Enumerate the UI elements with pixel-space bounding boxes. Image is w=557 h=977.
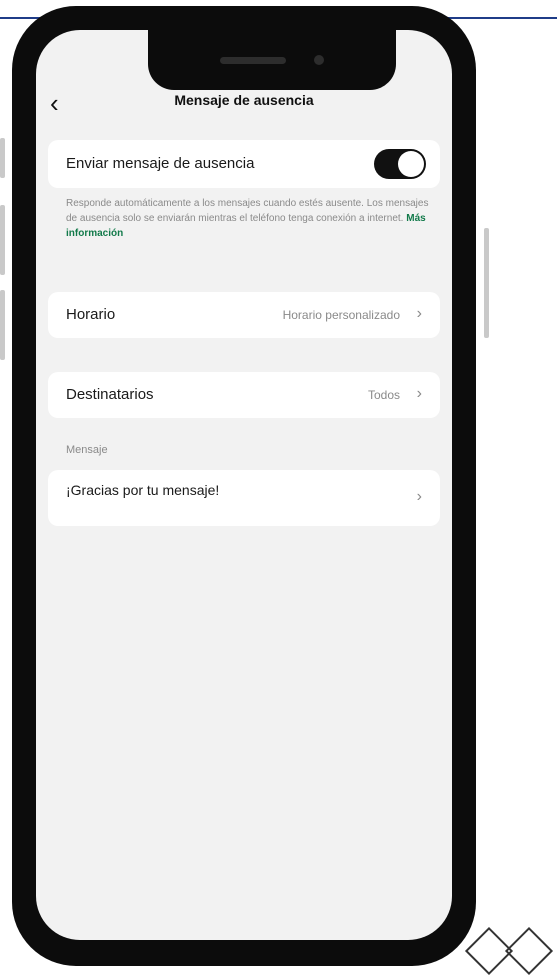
notch xyxy=(148,30,396,90)
schedule-row[interactable]: Horario Horario personalizado › xyxy=(48,292,440,338)
message-text: ¡Gracias por tu mensaje! xyxy=(66,482,220,498)
toggle-knob xyxy=(398,151,424,177)
phone-side-button xyxy=(0,138,5,178)
chevron-right-icon: › xyxy=(416,385,422,402)
message-section-label: Mensaje xyxy=(66,444,108,456)
recipients-row[interactable]: Destinatarios Todos › xyxy=(48,372,440,418)
page-title: Mensaje de ausencia xyxy=(174,92,314,108)
recipients-value: Todos xyxy=(367,388,400,402)
away-toggle-label: Enviar mensaje de ausencia xyxy=(66,155,255,172)
diamond-outline-icon xyxy=(504,926,554,976)
schedule-value: Horario personalizado xyxy=(282,308,400,322)
phone-side-button xyxy=(484,228,489,338)
help-text-block: Responde automáticamente a los mensajes … xyxy=(66,196,430,241)
phone-side-button xyxy=(0,205,5,275)
speaker xyxy=(220,56,286,64)
phone-screen: ‹ Mensaje de ausencia Enviar mensaje de … xyxy=(36,30,452,940)
help-text: Responde automáticamente a los mensajes … xyxy=(66,198,429,224)
away-toggle-switch[interactable] xyxy=(374,149,426,179)
navigation-bar: ‹ Mensaje de ausencia xyxy=(36,88,452,118)
recipients-label: Destinatarios xyxy=(66,386,154,403)
phone-side-button xyxy=(0,290,5,360)
schedule-label: Horario xyxy=(66,306,116,323)
phone-frame: ‹ Mensaje de ausencia Enviar mensaje de … xyxy=(12,6,476,966)
chevron-right-icon: › xyxy=(416,305,422,322)
message-row[interactable]: ¡Gracias por tu mensaje! › xyxy=(48,470,440,526)
away-toggle-row[interactable]: Enviar mensaje de ausencia xyxy=(48,140,440,188)
camera xyxy=(314,55,324,65)
chevron-right-icon: › xyxy=(416,488,422,505)
